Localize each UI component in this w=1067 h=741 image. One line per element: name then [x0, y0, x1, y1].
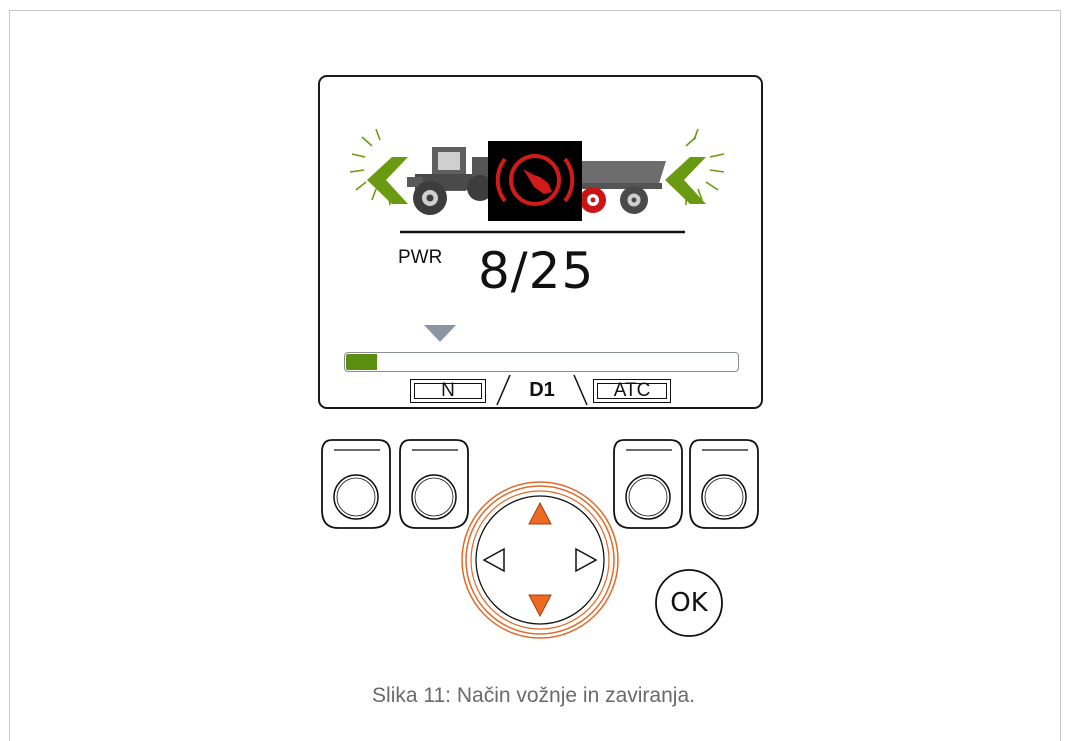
tab-atc-label: ATC — [613, 380, 651, 401]
tab-divider-left — [496, 374, 511, 406]
tab-divider-right — [573, 374, 588, 406]
ok-label: OK — [670, 588, 708, 618]
pwr-label: PWR — [398, 247, 443, 268]
tractor-icon — [407, 147, 493, 215]
right-indicator-icon — [665, 128, 725, 205]
left-indicator-icon — [349, 128, 408, 206]
pointer-icon — [424, 325, 456, 342]
display-screen: PWR 8/25 N D1 ATC — [318, 75, 763, 409]
brake-warning-icon — [488, 141, 582, 221]
tab-d1[interactable]: D1 — [516, 379, 568, 402]
tab-atc[interactable]: ATC — [593, 379, 671, 403]
tab-n-label: N — [441, 380, 455, 401]
power-bar — [344, 352, 739, 372]
trailer-icon — [576, 161, 666, 214]
power-bar-fill — [346, 354, 378, 370]
pwr-value: 8/25 — [478, 242, 595, 300]
tab-n[interactable]: N — [410, 379, 486, 403]
figure-caption: Slika 11: Način vožnje in zaviranja. — [372, 684, 695, 707]
